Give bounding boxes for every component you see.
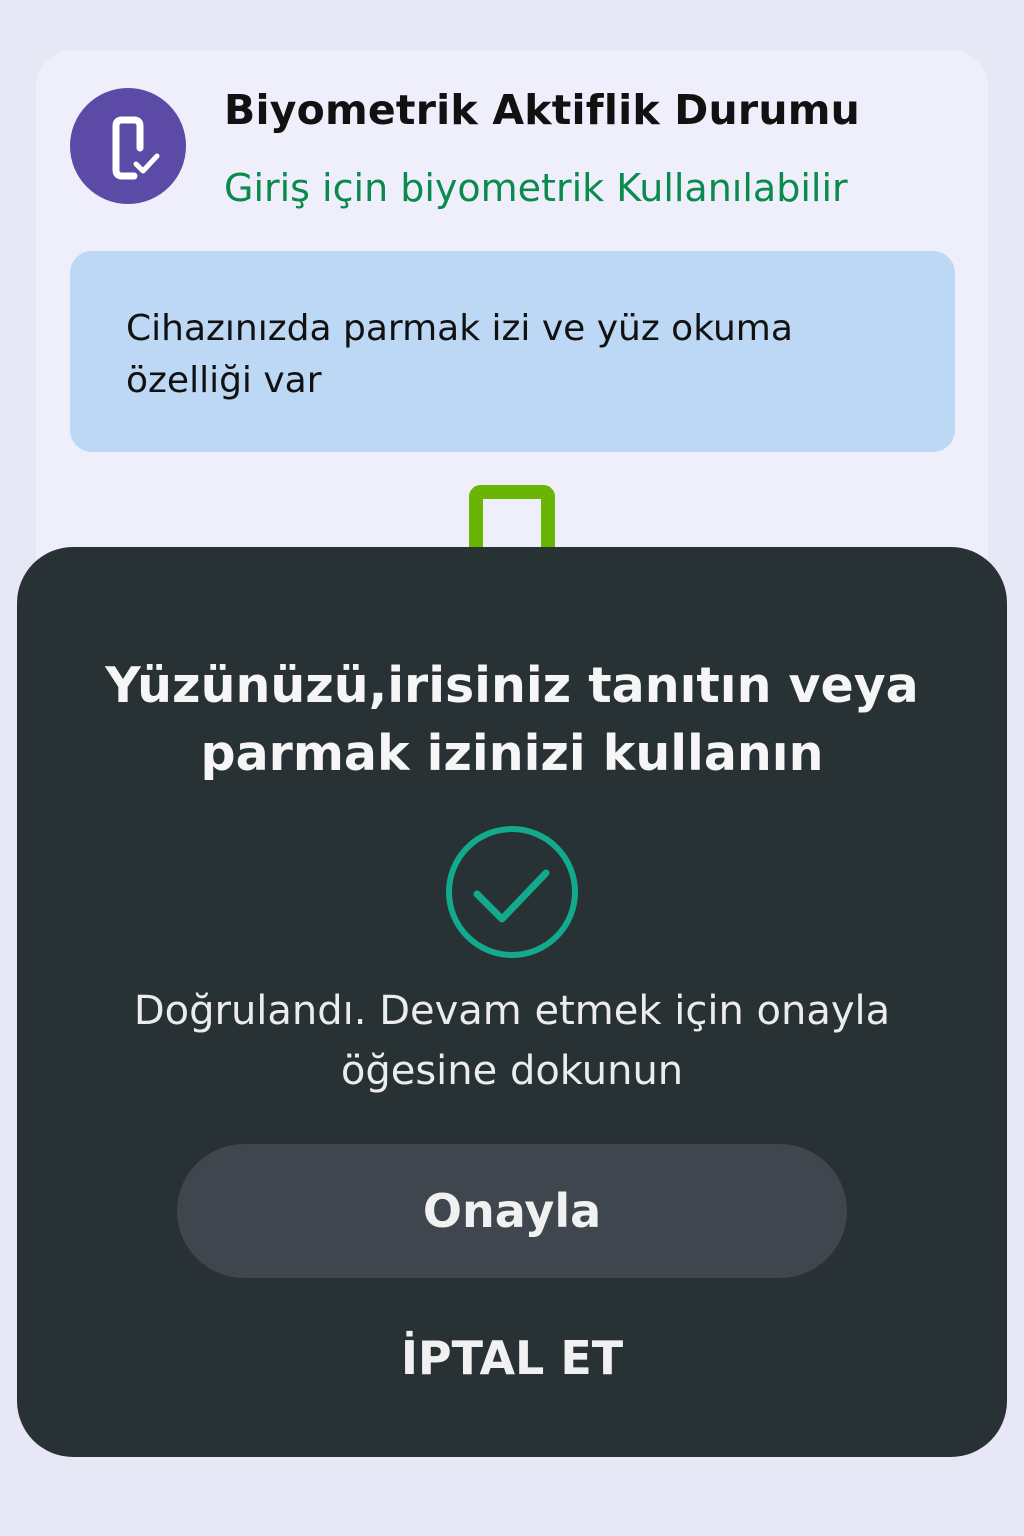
- biometric-dialog: Yüzünüzü,irisiniz tanıtın veya parmak iz…: [17, 547, 1007, 1457]
- confirm-button[interactable]: Onayla: [177, 1144, 847, 1278]
- status-title: Biyometrik Aktiflik Durumu: [224, 86, 861, 134]
- phone-check-icon: [70, 88, 186, 204]
- cancel-button-label: İPTAL ET: [400, 1331, 624, 1385]
- cancel-button[interactable]: İPTAL ET: [362, 1322, 662, 1394]
- confirm-button-label: Onayla: [422, 1184, 602, 1238]
- info-box: Cihazınızda parmak izi ve yüz okuma özel…: [70, 251, 955, 452]
- dialog-title: Yüzünüzü,irisiniz tanıtın veya parmak iz…: [105, 657, 919, 782]
- verification-status-text: Doğrulandı. Devam etmek için onayla öğes…: [133, 988, 891, 1094]
- check-circle-icon: [446, 826, 578, 958]
- status-subtitle: Giriş için biyometrik Kullanılabilir: [224, 166, 848, 210]
- info-text: Cihazınızda parmak izi ve yüz okuma özel…: [126, 308, 793, 401]
